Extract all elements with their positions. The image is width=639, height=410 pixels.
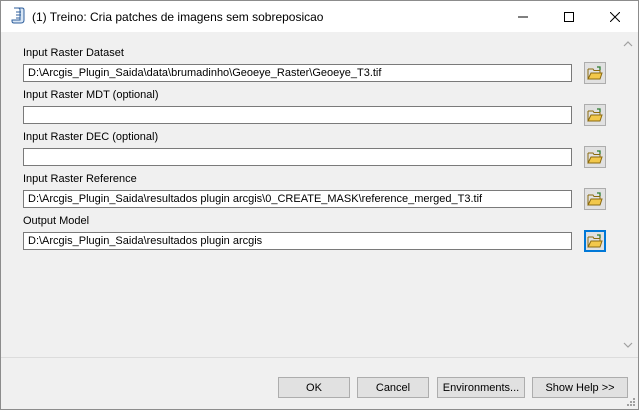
browse-button-input-raster-reference[interactable] xyxy=(584,188,606,210)
input-raster-dataset-field[interactable]: D:\Arcgis_Plugin_Saida\data\brumadinho\G… xyxy=(23,64,572,82)
vertical-scrollbar[interactable] xyxy=(618,32,638,357)
open-folder-icon xyxy=(587,108,603,122)
input-raster-dec-field[interactable] xyxy=(23,148,572,166)
scroll-up-icon[interactable] xyxy=(623,39,633,49)
show-help-button[interactable]: Show Help >> xyxy=(532,377,628,398)
open-folder-icon xyxy=(587,192,603,206)
maximize-icon xyxy=(564,11,574,22)
footer-divider xyxy=(1,357,638,358)
environments-button[interactable]: Environments... xyxy=(437,377,525,398)
minimize-button[interactable] xyxy=(500,1,546,32)
input-raster-reference-field[interactable]: D:\Arcgis_Plugin_Saida\resultados plugin… xyxy=(23,190,572,208)
open-folder-icon xyxy=(587,150,603,164)
cancel-button[interactable]: Cancel xyxy=(357,377,429,398)
script-tool-icon xyxy=(11,7,25,24)
resize-grip-icon[interactable] xyxy=(626,397,636,407)
window-title: (1) Treino: Cria patches de imagens sem … xyxy=(32,10,324,24)
param-label-output-model: Output Model xyxy=(23,215,90,227)
browse-button-input-raster-dataset[interactable] xyxy=(584,62,606,84)
browse-button-input-raster-dec[interactable] xyxy=(584,146,606,168)
input-raster-mdt-field[interactable] xyxy=(23,106,572,124)
scroll-down-icon[interactable] xyxy=(623,340,633,350)
browse-button-output-model[interactable] xyxy=(584,230,606,252)
close-button[interactable] xyxy=(592,1,638,32)
open-folder-icon xyxy=(587,66,603,80)
param-label-input-raster-reference: Input Raster Reference xyxy=(23,173,137,185)
maximize-button[interactable] xyxy=(546,1,592,32)
param-label-input-raster-mdt: Input Raster MDT (optional) xyxy=(23,89,159,101)
open-folder-icon xyxy=(587,234,603,248)
param-label-input-raster-dataset: Input Raster Dataset xyxy=(23,47,124,59)
title-bar[interactable]: (1) Treino: Cria patches de imagens sem … xyxy=(1,1,638,32)
close-icon xyxy=(610,11,620,22)
tool-dialog: (1) Treino: Cria patches de imagens sem … xyxy=(0,0,639,410)
browse-button-input-raster-mdt[interactable] xyxy=(584,104,606,126)
parameters-panel: Input Raster Dataset D:\Arcgis_Plugin_Sa… xyxy=(1,32,618,357)
param-label-input-raster-dec: Input Raster DEC (optional) xyxy=(23,131,159,143)
minimize-icon xyxy=(518,16,528,17)
output-model-field[interactable]: D:\Arcgis_Plugin_Saida\resultados plugin… xyxy=(23,232,572,250)
ok-button[interactable]: OK xyxy=(278,377,350,398)
